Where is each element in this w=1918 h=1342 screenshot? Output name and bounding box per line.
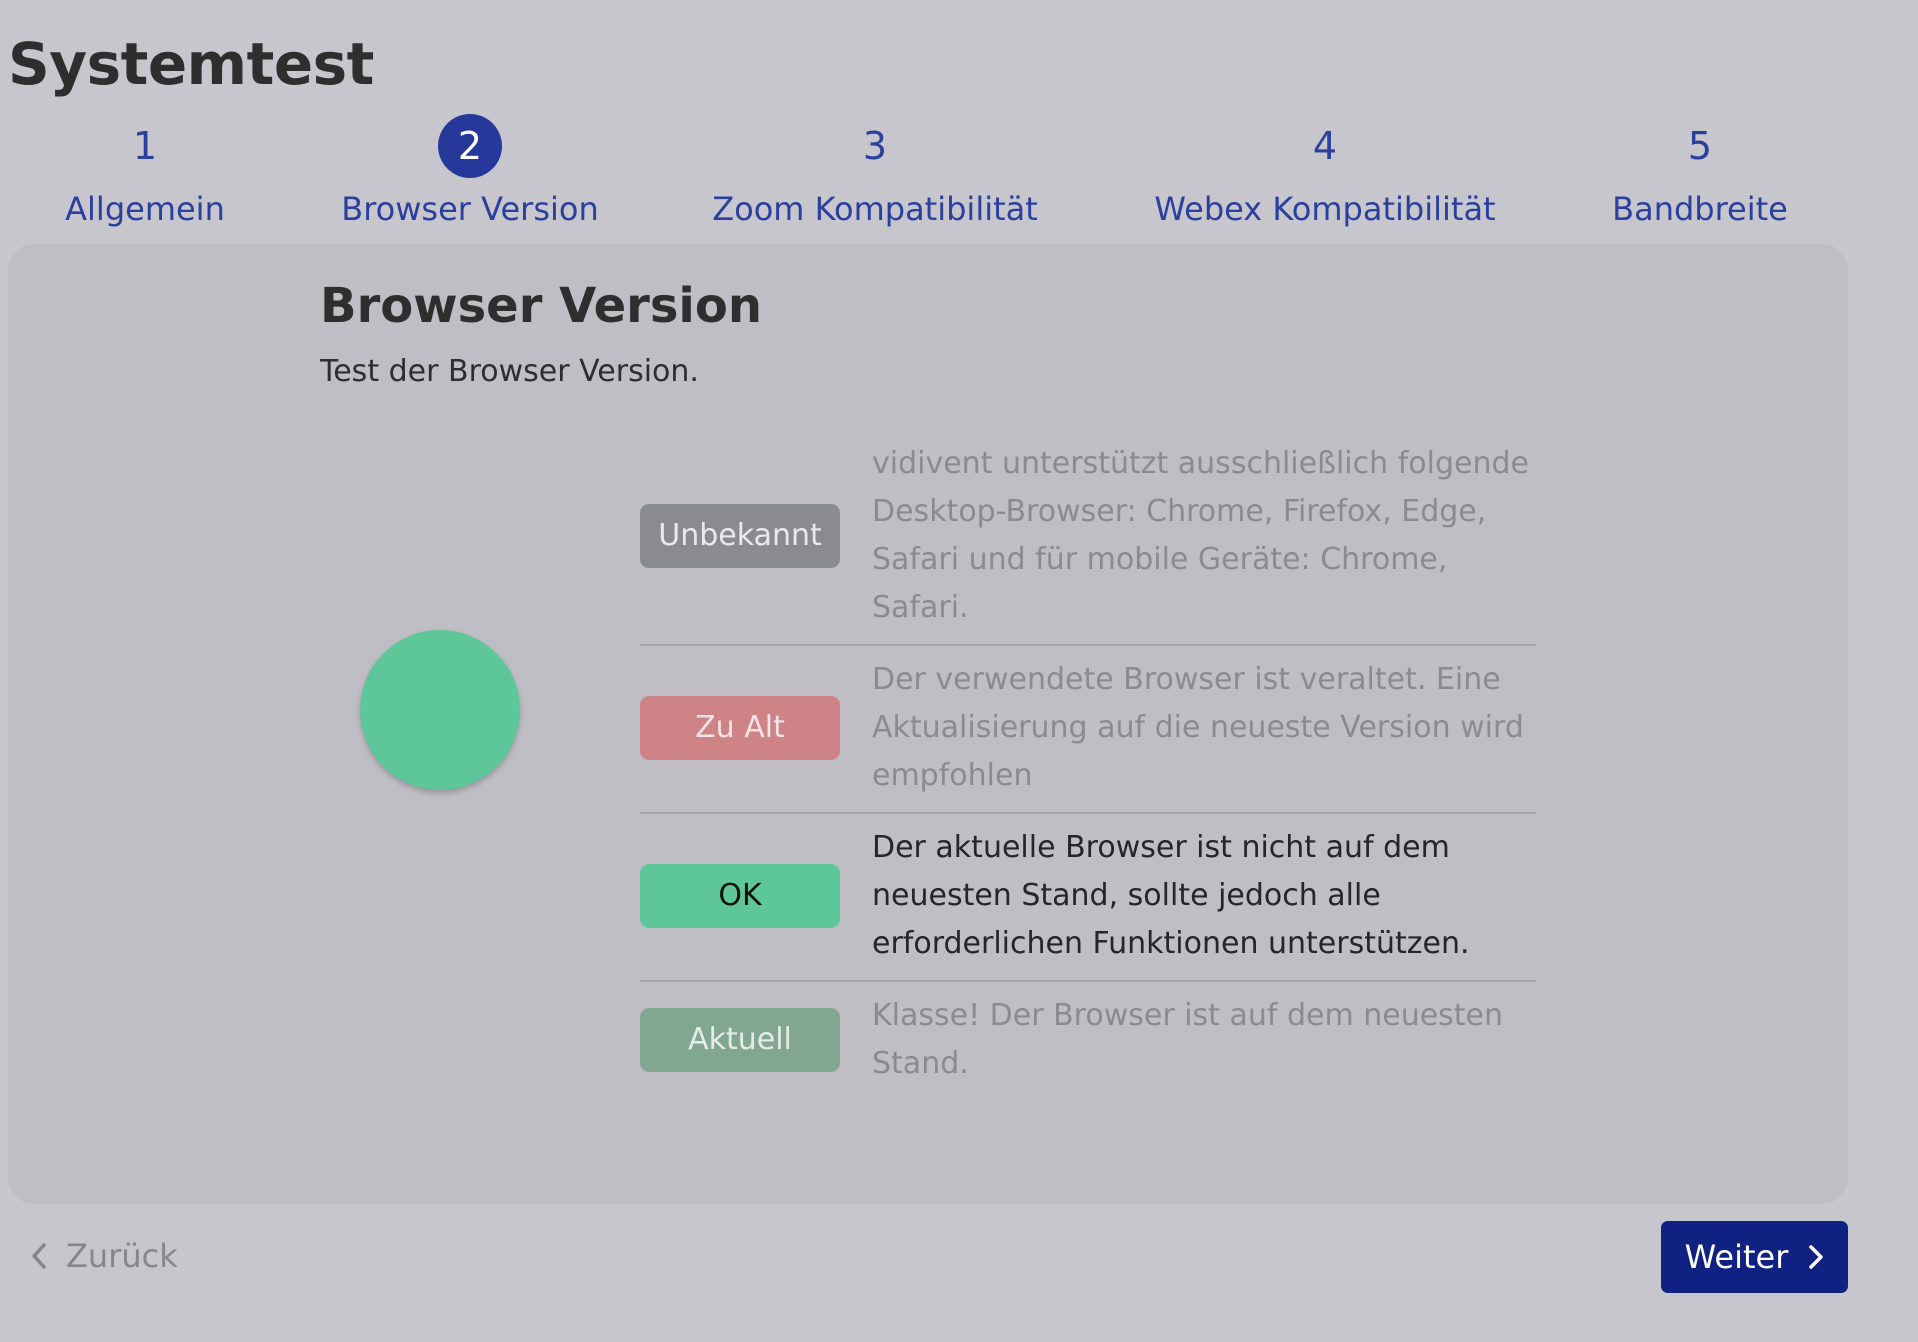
step-label: Browser Version — [341, 190, 599, 228]
status-row-ok: OK Der aktuelle Browser ist nicht auf de… — [640, 814, 1536, 982]
status-legend: Unbekannt vidivent unterstützt ausschlie… — [640, 430, 1536, 1100]
step-browser-version[interactable]: 2 Browser Version — [320, 114, 620, 228]
next-button-label: Weiter — [1684, 1238, 1789, 1276]
back-button[interactable]: Zurück — [30, 1228, 178, 1284]
step-number: 5 — [1687, 124, 1713, 168]
status-description: Der aktuelle Browser ist nicht auf dem n… — [872, 830, 1470, 961]
back-button-label: Zurück — [66, 1237, 178, 1275]
status-badge-ok: OK — [640, 864, 840, 928]
step-label: Zoom Kompatibilität — [712, 190, 1038, 228]
result-indicator — [360, 630, 520, 790]
step-number: 3 — [862, 124, 888, 168]
step-label: Webex Kompatibilität — [1154, 190, 1496, 228]
status-row-zu-alt: Zu Alt Der verwendete Browser ist veralt… — [640, 646, 1536, 814]
status-description: Der verwendete Browser ist veraltet. Ein… — [872, 662, 1524, 793]
stepper: 1 Allgemein 2 Browser Version 3 Zoom Kom… — [0, 114, 1918, 234]
chevron-left-icon — [32, 1243, 46, 1269]
status-badge-zu-alt: Zu Alt — [640, 696, 840, 760]
status-row-aktuell: Aktuell Klasse! Der Browser ist auf dem … — [640, 982, 1536, 1100]
page-title: Systemtest — [8, 30, 374, 98]
step-bandbreite[interactable]: 5 Bandbreite — [1580, 114, 1820, 228]
status-badge-aktuell: Aktuell — [640, 1008, 840, 1072]
status-description: vidivent unterstützt ausschließlich folg… — [872, 446, 1529, 625]
chevron-right-icon — [1809, 1245, 1824, 1269]
step-number: 4 — [1312, 124, 1338, 168]
step-allgemein[interactable]: 1 Allgemein — [45, 114, 245, 228]
step-number: 2 — [438, 114, 502, 178]
step-webex-kompatibilitaet[interactable]: 4 Webex Kompatibilität — [1140, 114, 1510, 228]
card-title: Browser Version — [320, 278, 763, 334]
test-card: Browser Version Test der Browser Version… — [8, 244, 1848, 1204]
card-subtitle: Test der Browser Version. — [320, 354, 699, 389]
status-badge-unbekannt: Unbekannt — [640, 504, 840, 568]
step-label: Allgemein — [65, 190, 225, 228]
step-label: Bandbreite — [1612, 190, 1788, 228]
status-row-unbekannt: Unbekannt vidivent unterstützt ausschlie… — [640, 430, 1536, 646]
step-zoom-kompatibilitaet[interactable]: 3 Zoom Kompatibilität — [700, 114, 1050, 228]
next-button[interactable]: Weiter — [1661, 1221, 1848, 1293]
status-description: Klasse! Der Browser ist auf dem neuesten… — [872, 998, 1504, 1081]
step-number: 1 — [132, 124, 158, 168]
